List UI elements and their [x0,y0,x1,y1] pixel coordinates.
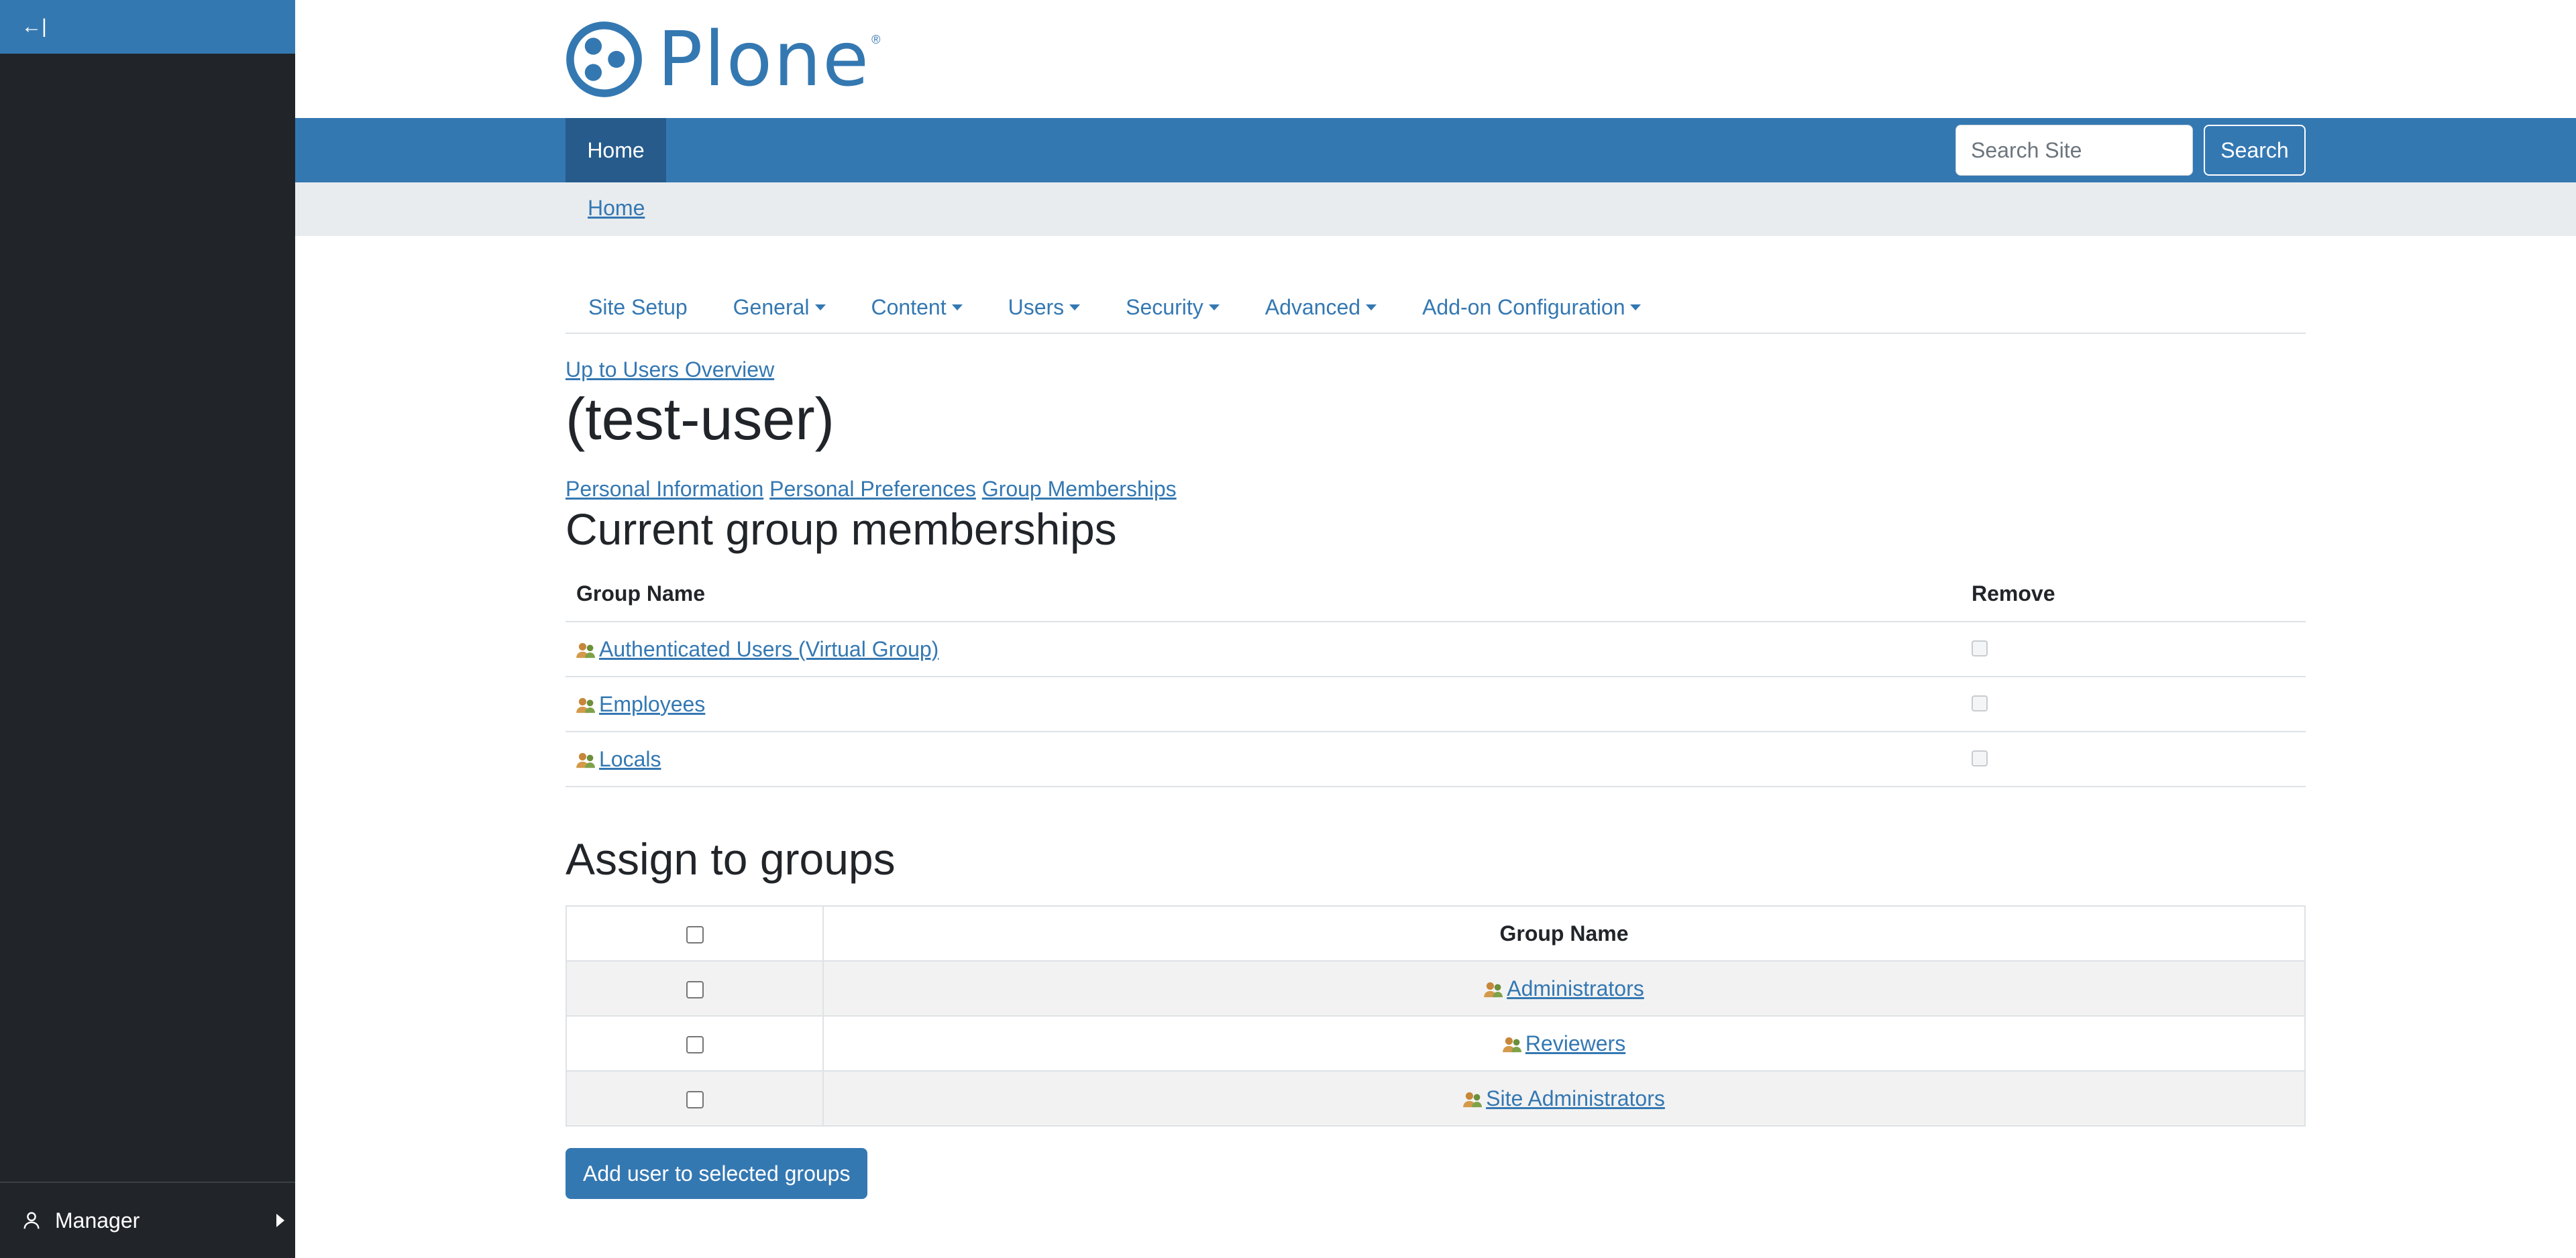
menu-general-label: General [733,295,810,319]
collapse-arrow-icon: ←| [21,15,47,38]
current-memberships-heading: Current group memberships [566,504,1117,554]
group-select-checkbox[interactable] [686,1091,704,1109]
remove-cell [1961,732,2306,787]
add-user-to-groups-button[interactable]: Add user to selected groups [566,1148,868,1199]
column-header-remove: Remove [1961,567,2306,622]
remove-checkbox[interactable] [1972,750,1988,766]
page-title: (test-user) [566,386,835,452]
group-icon [1463,1092,1483,1107]
menu-users[interactable]: Users [985,290,1104,325]
remove-cell [1961,622,2306,677]
group-icon [576,697,595,713]
caret-down-icon [1069,304,1081,310]
subnav-personal-information[interactable]: Personal Information [566,477,763,501]
table-row: Administrators [566,960,2306,1017]
toolbar-collapse-button[interactable]: ←| [0,0,295,54]
group-icon [576,752,595,768]
site-header: Plone ® [295,0,2576,118]
menu-content-label: Content [871,295,947,319]
table-row: Employees [566,677,2306,732]
user-subnav: Personal Information Personal Preference… [566,477,1177,502]
toolbar-user-label: Manager [55,1208,140,1233]
select-all-checkbox[interactable] [686,926,704,944]
subnav-personal-preferences[interactable]: Personal Preferences [769,477,976,501]
menu-advanced[interactable]: Advanced [1242,290,1399,325]
up-to-users-overview-link[interactable]: Up to Users Overview [566,357,774,382]
main-navigation: Home Search [295,118,2576,182]
toolbar-user-menu[interactable]: Manager [0,1182,295,1258]
caret-down-icon [951,304,963,310]
group-select-checkbox[interactable] [686,981,704,999]
table-row: Locals [566,732,2306,787]
group-cell: Locals [566,732,1961,787]
menu-advanced-label: Advanced [1265,295,1361,319]
search-button[interactable]: Search [2204,125,2306,176]
site-setup-menu: Site Setup General Content Users Securit… [566,290,2306,334]
group-link[interactable]: Authenticated Users (Virtual Group) [599,637,938,661]
select-cell [566,1070,824,1127]
menu-addon-configuration[interactable]: Add-on Configuration [1399,290,1664,325]
logo-registered-mark: ® [871,33,881,46]
group-select-checkbox[interactable] [686,1036,704,1054]
menu-general[interactable]: General [710,290,849,325]
plone-toolbar: ←| Manager [0,0,295,1258]
select-all-cell [566,905,824,962]
group-link[interactable]: Site Administrators [1486,1086,1665,1110]
menu-site-setup-label: Site Setup [588,295,688,319]
group-link[interactable]: Locals [599,747,661,771]
logo-wordmark: Plone [657,15,871,103]
group-cell: Administrators [822,960,2306,1017]
breadcrumb-home-link[interactable]: Home [588,196,645,221]
remove-checkbox[interactable] [1972,640,1988,656]
remove-checkbox[interactable] [1972,695,1988,711]
breadcrumb: Home [295,182,2576,236]
chevron-right-icon [276,1214,284,1227]
assign-groups-table: Group Name Administrators Reviewers Site… [566,905,2306,1127]
plone-logo-icon [566,21,642,97]
current-memberships-table: Group Name Remove Authenticated Users (V… [566,567,2306,787]
menu-users-label: Users [1008,295,1065,319]
table-row: Authenticated Users (Virtual Group) [566,622,2306,677]
user-icon [23,1212,40,1229]
group-link[interactable]: Reviewers [1525,1031,1625,1055]
menu-security[interactable]: Security [1103,290,1242,325]
group-link[interactable]: Administrators [1507,976,1644,1000]
menu-security-label: Security [1126,295,1203,319]
group-icon [1502,1037,1521,1052]
table-header-row: Group Name Remove [566,567,2306,622]
menu-addon-configuration-label: Add-on Configuration [1422,295,1625,319]
caret-down-icon [1208,304,1220,310]
remove-cell [1961,677,2306,732]
table-row: Reviewers [566,1015,2306,1072]
menu-site-setup[interactable]: Site Setup [566,290,710,325]
group-cell: Employees [566,677,1961,732]
group-cell: Authenticated Users (Virtual Group) [566,622,1961,677]
table-row: Site Administrators [566,1070,2306,1127]
menu-content[interactable]: Content [849,290,985,325]
group-link[interactable]: Employees [599,692,705,716]
site-logo[interactable]: Plone ® [566,21,880,98]
select-cell [566,1015,824,1072]
nav-item-home[interactable]: Home [566,118,666,182]
table-header-row: Group Name [566,905,2306,962]
caret-down-icon [814,304,826,310]
group-cell: Reviewers [822,1015,2306,1072]
group-icon [1484,982,1503,997]
caret-down-icon [1366,304,1377,310]
assign-groups-heading: Assign to groups [566,834,896,884]
group-icon [576,642,595,658]
select-cell [566,960,824,1017]
column-header-group-name: Group Name [822,905,2306,962]
column-header-group-name: Group Name [566,567,1961,622]
group-cell: Site Administrators [822,1070,2306,1127]
caret-down-icon [1630,304,1642,310]
search-input[interactable] [1955,125,2193,176]
subnav-group-memberships[interactable]: Group Memberships [982,477,1177,501]
